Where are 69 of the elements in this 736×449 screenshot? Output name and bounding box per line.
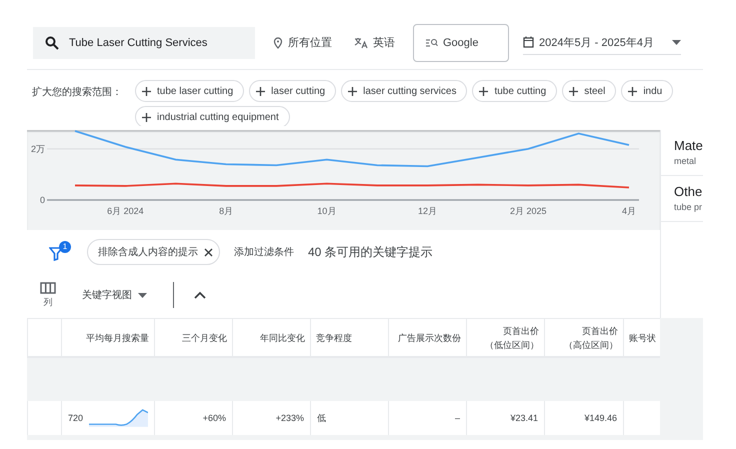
- keyword-chip[interactable]: tube cutting: [472, 80, 558, 102]
- keyword-chip[interactable]: indu: [621, 80, 674, 102]
- axis-label: 8月: [219, 206, 234, 216]
- columns-icon: [40, 282, 56, 294]
- table-cell: ¥23.41: [466, 401, 544, 436]
- add-filter-link[interactable]: 添加过滤条件: [234, 245, 294, 259]
- translate-icon: [354, 36, 368, 48]
- table-cell: +60%: [154, 401, 232, 436]
- table-cell: +233%: [232, 401, 310, 436]
- keyword-chip[interactable]: tube laser cutting: [135, 80, 244, 102]
- search-list-icon: [426, 38, 438, 47]
- broaden-label: 扩大您的搜索范围：: [32, 86, 123, 100]
- axis-label: 2月 2025: [510, 206, 547, 216]
- plus-icon: [256, 86, 266, 96]
- search-field[interactable]: Tube Laser Cutting Services: [33, 26, 255, 58]
- axis-label: 12月: [418, 206, 438, 216]
- column-header[interactable]: 账号状: [623, 318, 660, 358]
- column-header[interactable]: 平均每月搜索量: [61, 318, 154, 358]
- date-range-field[interactable]: 2024年5月 - 2025年4月: [523, 30, 681, 54]
- filter-button[interactable]: 1: [47, 241, 73, 263]
- sparkline: [89, 408, 148, 428]
- column-header[interactable]: 竞争程度: [310, 318, 388, 358]
- calendar-icon: [523, 36, 534, 48]
- filter-count-badge: 1: [59, 241, 71, 253]
- keyword-chip[interactable]: steel: [562, 80, 616, 102]
- filter-button[interactable]: 英语: [350, 35, 399, 50]
- card-title: Othe: [674, 184, 703, 199]
- location-pin-icon: [273, 36, 283, 48]
- search-icon: [45, 36, 59, 50]
- axis-label: 2万: [30, 144, 45, 154]
- column-header[interactable]: 广告展示次数份: [388, 318, 466, 358]
- side-card[interactable]: Othe tube pr: [661, 176, 703, 222]
- filter-button[interactable]: 所有位置: [269, 35, 336, 50]
- card-subtitle: metal: [674, 156, 698, 166]
- plus-icon: [628, 86, 638, 96]
- axis-label: 10月: [317, 206, 336, 216]
- column-header[interactable]: 年同比变化: [232, 318, 310, 358]
- keyword-chip[interactable]: laser cutting: [249, 80, 336, 102]
- filter-chip[interactable]: 排除含成人内容的提示: [87, 239, 220, 265]
- column-header[interactable]: 页首出价 （低位区间）: [466, 318, 544, 358]
- dropdown-icon: [138, 292, 147, 298]
- table-cell: 低: [310, 401, 388, 436]
- close-icon[interactable]: [204, 248, 213, 256]
- column-header[interactable]: 页首出价 （高位区间）: [544, 318, 623, 358]
- plus-icon: [479, 86, 488, 96]
- keyword-chip[interactable]: laser cutting services: [341, 80, 468, 102]
- plus-icon: [142, 86, 151, 96]
- search-value: Tube Laser Cutting Services: [69, 36, 208, 48]
- plus-icon: [142, 112, 151, 122]
- table-cell: –: [388, 401, 466, 436]
- keyword-count: 40 条可用的关键字提示: [308, 244, 433, 260]
- view-dropdown[interactable]: 关键字视图: [76, 287, 153, 303]
- keyword-chip[interactable]: industrial cutting equipment: [135, 106, 290, 126]
- table-cell: 720: [61, 401, 154, 436]
- card-title: Mate: [674, 138, 703, 153]
- axis-label: 4月: [622, 206, 636, 216]
- axis-label: 0: [40, 195, 45, 205]
- filter-button[interactable]: Google: [413, 24, 509, 62]
- column-header[interactable]: 三个月变化: [154, 318, 232, 358]
- funnel-icon: [49, 247, 63, 261]
- plus-icon: [569, 86, 578, 96]
- side-card[interactable]: Mate metal: [661, 130, 703, 176]
- axis-label: 6月 2024: [107, 206, 144, 216]
- dropdown-icon: [672, 40, 681, 44]
- columns-button[interactable]: 列: [40, 282, 56, 308]
- collapse-icon[interactable]: [194, 291, 206, 299]
- plus-icon: [348, 86, 358, 96]
- card-subtitle: tube pr: [674, 202, 703, 212]
- table-cell: ¥149.46: [544, 401, 623, 436]
